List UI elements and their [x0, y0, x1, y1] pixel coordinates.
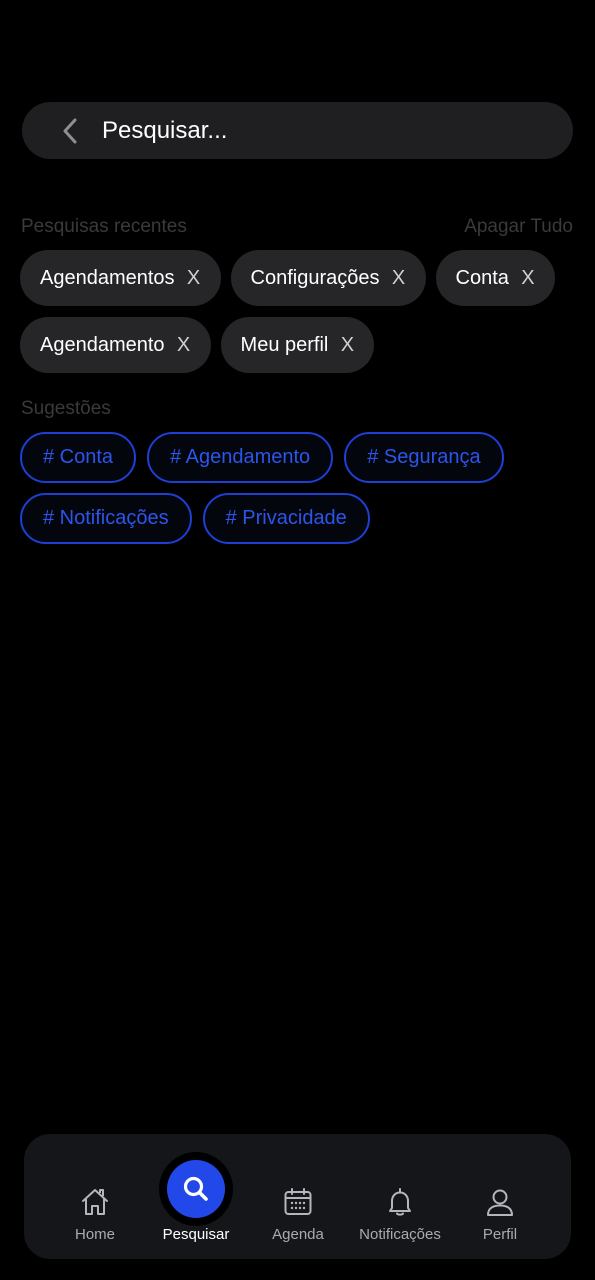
recent-chips-row-2: Agendamento X Meu perfil X: [20, 317, 375, 373]
nav-profile-label: Perfil: [482, 1226, 518, 1243]
remove-chip-button[interactable]: X: [187, 267, 201, 290]
nav-home[interactable]: Home: [45, 1134, 145, 1259]
recent-chip[interactable]: Agendamento X: [20, 317, 211, 373]
suggestion-tags-row-2: # Notificações # Privacidade: [20, 493, 370, 544]
nav-agenda-label: Agenda: [272, 1226, 324, 1243]
remove-chip-button[interactable]: X: [392, 267, 406, 290]
bottom-navigation: Home Pesquisar Agenda Notificações Perfi…: [24, 1134, 571, 1259]
search-icon: [183, 1176, 208, 1201]
remove-chip-button[interactable]: X: [521, 267, 535, 290]
recent-chip[interactable]: Conta X: [435, 250, 555, 306]
search-fab[interactable]: [159, 1152, 233, 1226]
remove-chip-button[interactable]: X: [177, 334, 191, 357]
suggestions-title: Sugestões: [21, 398, 111, 419]
nav-agenda[interactable]: Agenda: [248, 1134, 348, 1259]
nav-notifications[interactable]: Notificações: [350, 1134, 450, 1259]
recent-chip[interactable]: Configurações X: [230, 250, 426, 306]
recent-chip-label: Agendamento: [40, 333, 165, 356]
user-icon: [483, 1185, 517, 1219]
search-fab-button[interactable]: [167, 1160, 225, 1218]
nav-notifications-label: Notificações: [359, 1226, 441, 1243]
suggestion-tag[interactable]: # Privacidade: [202, 493, 370, 544]
search-input[interactable]: [102, 102, 553, 159]
recent-searches-title: Pesquisas recentes: [21, 216, 187, 237]
recent-chip-label: Configurações: [250, 266, 380, 289]
suggestion-tags-row-1: # Conta # Agendamento # Segurança: [20, 432, 504, 483]
recent-chip-label: Agendamentos: [40, 266, 175, 289]
clear-all-button[interactable]: Apagar Tudo: [464, 216, 573, 238]
nav-profile[interactable]: Perfil: [450, 1134, 550, 1259]
back-button[interactable]: [50, 111, 90, 151]
recent-chips-row-1: Agendamentos X Configurações X Conta X: [20, 250, 555, 306]
calendar-icon: [281, 1185, 315, 1219]
home-icon: [78, 1185, 112, 1219]
suggestion-tag[interactable]: # Conta: [20, 432, 137, 483]
search-screen: Pesquisas recentes Apagar Tudo Agendamen…: [0, 0, 595, 1280]
chevron-left-icon: [63, 118, 77, 143]
recent-chip-label: Meu perfil: [240, 333, 329, 356]
search-bar: [22, 102, 573, 159]
recent-chip[interactable]: Meu perfil X: [220, 317, 375, 373]
nav-search[interactable]: Pesquisar: [146, 1134, 246, 1259]
nav-search-label: Pesquisar: [162, 1226, 230, 1243]
remove-chip-button[interactable]: X: [340, 334, 354, 357]
suggestion-tag[interactable]: # Agendamento: [147, 432, 334, 483]
nav-home-label: Home: [74, 1226, 115, 1243]
bell-icon: [383, 1185, 417, 1219]
suggestion-tag[interactable]: # Segurança: [344, 432, 504, 483]
recent-chip-label: Conta: [455, 266, 509, 289]
recent-chip[interactable]: Agendamentos X: [20, 250, 221, 306]
suggestion-tag[interactable]: # Notificações: [20, 493, 192, 544]
